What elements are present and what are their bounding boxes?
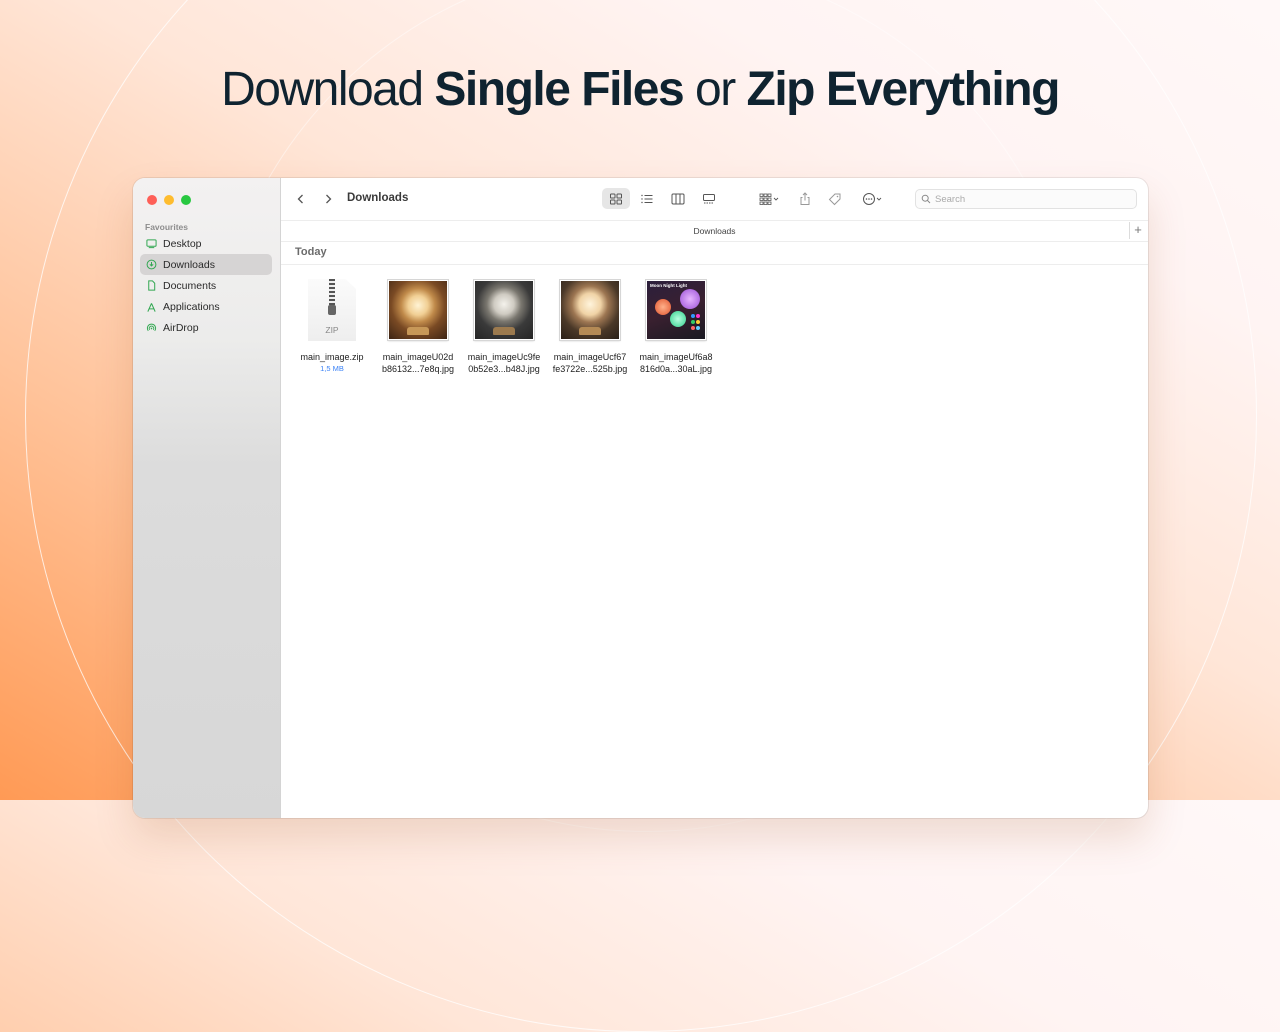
file-thumbnail: [472, 278, 536, 342]
sidebar-item-label: Desktop: [163, 237, 202, 250]
headline-emphasis: Zip Everything: [746, 63, 1061, 116]
search-input[interactable]: [935, 193, 1125, 205]
list-view-button[interactable]: [633, 188, 661, 209]
file-thumbnail: ZIP: [300, 278, 364, 342]
finder-window: Favourites Desktop Downloads Documents A…: [133, 178, 1148, 818]
moon-lamp-colors-photo: Moon Night Light: [646, 280, 706, 340]
share-button[interactable]: [791, 188, 819, 209]
sidebar-item-applications[interactable]: Applications: [140, 297, 272, 318]
list-view-icon: [641, 194, 653, 203]
file-name: main_imageUc9fe 0b52e3...b48J.jpg: [461, 351, 547, 375]
forward-button[interactable]: [320, 191, 336, 207]
icon-view-button[interactable]: [602, 188, 630, 209]
file-name-line: main_imageUf6a8: [639, 352, 713, 362]
file-grid: ZIP main_image.zip 1,5 MB main_imageU02d…: [289, 278, 719, 375]
window-controls: [147, 195, 191, 205]
file-name-line: b86132...7e8q.jpg: [381, 364, 455, 374]
headline-emphasis: Single Files: [434, 63, 684, 116]
download-circle-icon: [146, 259, 157, 270]
more-actions-button[interactable]: [855, 188, 889, 209]
file-name-line: main_imageUc9fe: [467, 352, 541, 362]
headline-part: Download: [221, 63, 435, 116]
moon-lamp-photo: [560, 280, 620, 340]
file-thumbnail: Moon Night Light: [644, 278, 708, 342]
new-tab-button[interactable]: +: [1129, 222, 1146, 239]
close-button[interactable]: [147, 195, 157, 205]
file-name-line: 816d0a...30aL.jpg: [639, 364, 713, 374]
sidebar-item-downloads[interactable]: Downloads: [140, 254, 272, 276]
group-icon: [759, 193, 779, 205]
thumbnail-caption: Moon Night Light: [650, 283, 687, 288]
tag-button[interactable]: [821, 188, 849, 209]
headline: Download Single Files or Zip Everything: [0, 62, 1280, 117]
airdrop-icon: [146, 323, 157, 334]
forward-icon: [326, 194, 332, 204]
back-button[interactable]: [293, 191, 309, 207]
sidebar-item-label: Downloads: [163, 258, 215, 271]
file-name: main_imageUf6a8 816d0a...30aL.jpg: [633, 351, 719, 375]
sidebar-item-label: Applications: [163, 301, 220, 314]
file-name: main_imageUcf67 fe3722e...525b.jpg: [547, 351, 633, 375]
gallery-view-button[interactable]: [695, 188, 723, 209]
file-item-zip[interactable]: ZIP main_image.zip 1,5 MB: [289, 278, 375, 375]
icon-view-icon: [610, 193, 622, 204]
sidebar-item-documents[interactable]: Documents: [140, 275, 272, 296]
sidebar-item-label: AirDrop: [163, 322, 199, 335]
group-header: Today: [281, 241, 1148, 265]
window-title: Downloads: [347, 192, 409, 204]
sidebar-section-label: Favourites: [145, 222, 188, 232]
file-name-line: main_imageU02d: [382, 352, 454, 362]
column-view-icon: [671, 193, 685, 204]
desktop-icon: [146, 238, 157, 249]
zip-badge: ZIP: [325, 325, 339, 335]
file-name-line: main_image.zip: [300, 352, 364, 362]
minimize-button[interactable]: [164, 195, 174, 205]
headline-part: or: [683, 63, 747, 116]
more-icon: [863, 192, 882, 205]
moon-lamp-photo: [474, 280, 534, 340]
gallery-view-icon: [703, 193, 715, 203]
back-icon: [297, 194, 303, 204]
sidebar-item-desktop[interactable]: Desktop: [140, 233, 272, 254]
column-view-button[interactable]: [664, 188, 692, 209]
sidebar-item-label: Documents: [163, 279, 217, 292]
file-size: 1,5 MB: [320, 364, 344, 373]
tab-bar: Downloads +: [281, 220, 1148, 242]
share-icon: [800, 191, 810, 205]
file-item-image[interactable]: Moon Night Light main_imageUf6a8 816d0a.…: [633, 278, 719, 375]
document-icon: [146, 280, 157, 291]
file-name-line: main_imageUcf67: [553, 352, 627, 362]
file-item-image[interactable]: main_imageU02d b86132...7e8q.jpg: [375, 278, 461, 375]
file-item-image[interactable]: main_imageUc9fe 0b52e3...b48J.jpg: [461, 278, 547, 375]
zip-file-icon: ZIP: [308, 279, 356, 341]
file-item-image[interactable]: main_imageUcf67 fe3722e...525b.jpg: [547, 278, 633, 375]
file-name-line: 0b52e3...b48J.jpg: [468, 364, 540, 374]
tag-icon: [828, 193, 841, 205]
file-thumbnail: [558, 278, 622, 342]
sidebar-list: Desktop Downloads Documents Applications: [140, 233, 272, 339]
toolbar: Downloads: [281, 178, 1148, 220]
content-area: Downloads Search Downloads + Today ZIP m…: [281, 178, 1148, 818]
tab-downloads[interactable]: Downloads: [693, 226, 735, 236]
zoom-button[interactable]: [181, 195, 191, 205]
sidebar-item-airdrop[interactable]: AirDrop: [140, 318, 272, 339]
moon-lamp-photo: [388, 280, 448, 340]
file-thumbnail: [386, 278, 450, 342]
applications-icon: [146, 302, 157, 313]
file-name-line: fe3722e...525b.jpg: [552, 364, 628, 374]
search-field[interactable]: [915, 189, 1137, 209]
file-name: main_image.zip: [289, 351, 375, 363]
sidebar: Favourites Desktop Downloads Documents A…: [133, 178, 281, 818]
search-icon: [921, 194, 931, 204]
group-by-button[interactable]: [752, 188, 786, 209]
file-name: main_imageU02d b86132...7e8q.jpg: [375, 351, 461, 375]
